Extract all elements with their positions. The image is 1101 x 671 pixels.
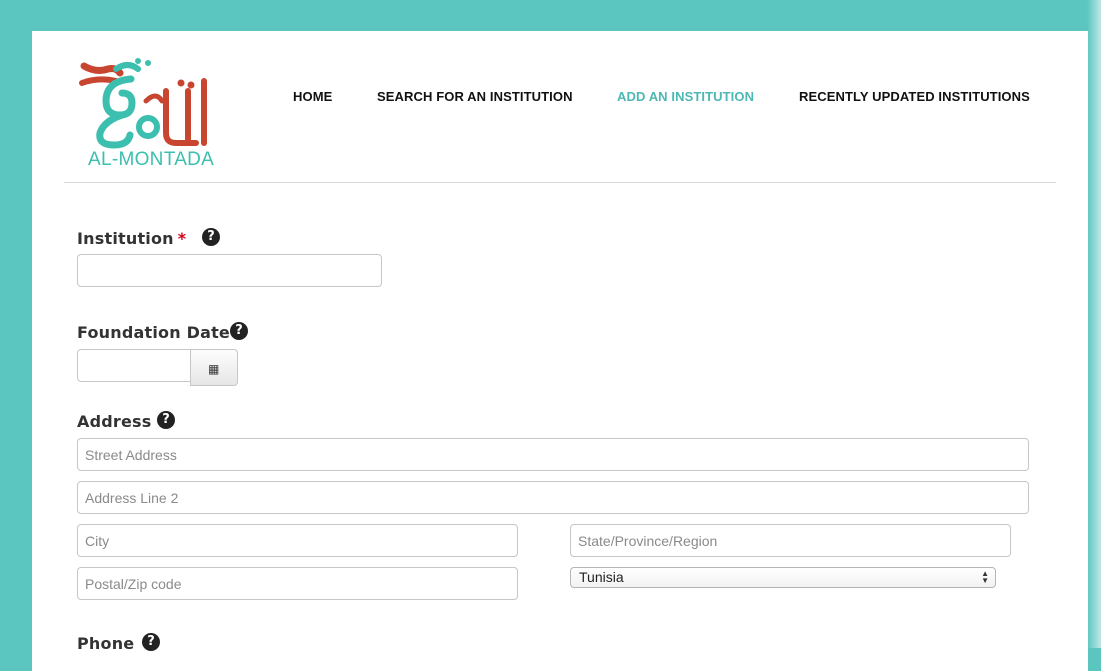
country-select[interactable]: Tunisia ▲ ▼: [570, 567, 996, 588]
address-label: Address: [77, 412, 152, 431]
site-logo[interactable]: AL-MONTADA: [76, 51, 226, 176]
country-selected-value: Tunisia: [579, 569, 624, 585]
foundation-date-input[interactable]: [77, 349, 191, 382]
nav-add-institution[interactable]: ADD AN INSTITUTION: [617, 89, 754, 104]
calendar-icon: ▦: [208, 362, 220, 376]
main-nav: HOME SEARCH FOR AN INSTITUTION ADD AN IN…: [32, 89, 1088, 109]
street-address-input[interactable]: [77, 438, 1029, 471]
foundation-date-label: Foundation Date: [77, 323, 230, 342]
logo-text: AL-MONTADA: [88, 149, 215, 170]
address-line2-input[interactable]: [77, 481, 1029, 514]
address-help-icon[interactable]: ?: [157, 411, 175, 429]
institution-label-text: Institution: [77, 229, 174, 248]
select-arrows-icon: ▲ ▼: [981, 569, 989, 585]
postal-code-input[interactable]: [77, 567, 518, 600]
state-input[interactable]: [570, 524, 1011, 557]
institution-label: Institution *: [77, 229, 186, 248]
nav-home[interactable]: HOME: [293, 89, 332, 104]
header-divider: [64, 182, 1056, 183]
phone-label: Phone: [77, 634, 135, 653]
window-edge: [1087, 0, 1101, 648]
required-asterisk: *: [177, 229, 187, 248]
nav-search-institution[interactable]: SEARCH FOR AN INSTITUTION: [377, 89, 573, 104]
nav-recently-updated[interactable]: RECENTLY UPDATED INSTITUTIONS: [799, 89, 1030, 104]
calendar-button[interactable]: ▦: [190, 349, 238, 386]
foundation-date-help-icon[interactable]: ?: [230, 322, 248, 340]
phone-help-icon[interactable]: ?: [142, 633, 160, 651]
institution-help-icon[interactable]: ?: [202, 228, 220, 246]
city-input[interactable]: [77, 524, 518, 557]
page-container: AL-MONTADA HOME SEARCH FOR AN INSTITUTIO…: [32, 31, 1088, 671]
institution-input[interactable]: [77, 254, 382, 287]
